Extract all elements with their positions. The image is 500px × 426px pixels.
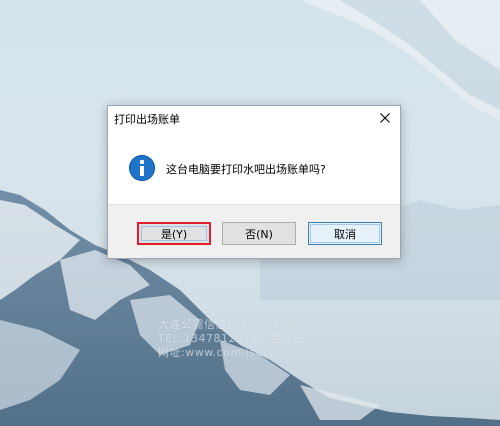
watermark-phone: TEL:13478122141 曹先生: [158, 332, 305, 345]
yes-button-label: 是(Y): [141, 226, 207, 241]
info-icon: [129, 155, 155, 181]
close-button[interactable]: [370, 106, 400, 130]
dialog-content: 这台电脑要打印水吧出场账单吗?: [108, 130, 400, 204]
close-icon: [380, 113, 390, 123]
watermark: 大连公需信息技术有限公司 TEL:13478122141 曹先生 网址:www.…: [158, 318, 358, 360]
no-button[interactable]: 否(N): [222, 222, 296, 245]
no-button-label: 否(N): [245, 227, 273, 241]
watermark-company: 大连公需信息技术有限公司: [158, 318, 296, 331]
dialog-titlebar: 打印出场账单: [108, 106, 400, 130]
print-bill-dialog: 打印出场账单 这台电脑要打印水吧出场账单吗? 是(Y) 否(N) 取消: [107, 105, 401, 259]
dialog-button-bar: 是(Y) 否(N) 取消: [108, 204, 400, 258]
cancel-button-label: 取消: [310, 224, 380, 243]
dialog-title: 打印出场账单: [114, 113, 180, 126]
watermark-website: 网址:www.com.jsf.com: [158, 346, 289, 359]
cancel-button[interactable]: 取消: [308, 222, 382, 245]
yes-button[interactable]: 是(Y): [137, 222, 211, 245]
dialog-message: 这台电脑要打印水吧出场账单吗?: [166, 163, 326, 176]
